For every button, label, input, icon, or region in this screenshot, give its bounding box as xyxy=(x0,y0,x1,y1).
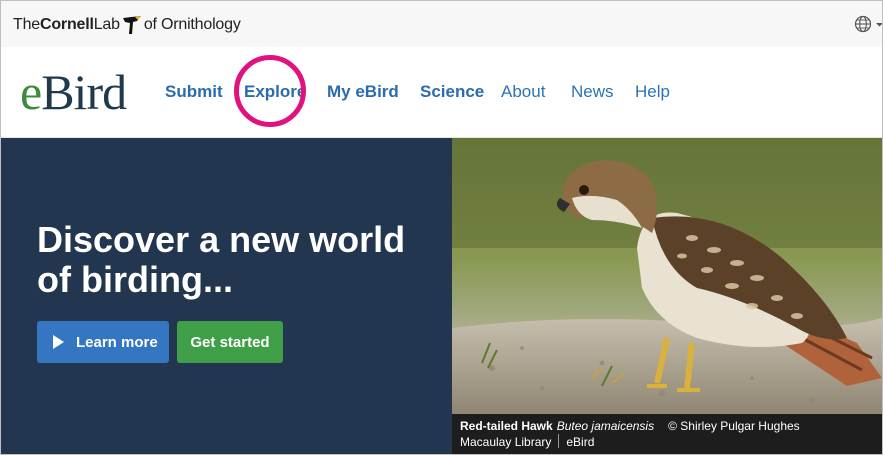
logo-text-the: The xyxy=(13,16,40,33)
caption-line-1: Red-tailed Hawk Buteo jamaicensis © Shirle… xyxy=(460,418,882,434)
nav-science[interactable]: Science xyxy=(420,81,484,103)
nav-explore[interactable]: Explore xyxy=(244,81,306,103)
logo-text-cornell: Cornell xyxy=(39,16,94,33)
learn-more-label: Learn more xyxy=(76,333,158,351)
main-navigation: eBird Submit Explore My eBird Science Ab… xyxy=(1,47,882,138)
nav-help[interactable]: Help xyxy=(635,81,670,103)
caption-common-name[interactable]: Red-tailed Hawk xyxy=(460,419,553,433)
chevron-down-icon[interactable] xyxy=(875,15,883,33)
hero-panel: Discover a new world of birding... Learn… xyxy=(1,138,452,454)
browser-page: The Cornell Lab of Ornithology eBird Sub… xyxy=(0,0,883,455)
top-utility-bar: The Cornell Lab of Ornithology xyxy=(1,1,882,48)
nav-news[interactable]: News xyxy=(571,81,614,103)
hero-heading: Discover a new world of birding... xyxy=(37,219,406,300)
get-started-label: Get started xyxy=(190,333,270,351)
caption-source-macaulay[interactable]: Macaulay Library xyxy=(460,435,551,449)
red-tailed-hawk-photo xyxy=(452,138,882,414)
ebird-logo-e: e xyxy=(20,64,42,120)
nav-submit[interactable]: Submit xyxy=(165,81,223,103)
caption-source-ebird[interactable]: eBird xyxy=(566,435,594,449)
get-started-button[interactable]: Get started xyxy=(177,321,283,363)
ebird-logo[interactable]: eBird xyxy=(20,64,127,120)
cornell-bird-mark-icon xyxy=(122,16,141,34)
ebird-logo-bird: Bird xyxy=(41,64,127,120)
play-icon xyxy=(53,335,64,349)
nav-about[interactable]: About xyxy=(501,81,545,103)
caption-credit: © Shirley Pulgar Hughes xyxy=(668,419,800,433)
hero-photo xyxy=(452,138,882,414)
photo-caption: Red-tailed Hawk Buteo jamaicensis © Shirle… xyxy=(452,414,882,454)
cornell-lab-logo[interactable]: The Cornell Lab of Ornithology xyxy=(13,14,241,36)
nav-my-ebird[interactable]: My eBird xyxy=(327,81,399,103)
logo-text-lab: Lab xyxy=(93,16,120,33)
globe-icon[interactable] xyxy=(854,15,872,33)
caption-separator xyxy=(558,434,560,448)
caption-line-2: Macaulay Library eBird xyxy=(460,434,882,450)
logo-text-ornithology: of Ornithology xyxy=(143,16,241,33)
caption-scientific-name: Buteo jamaicensis xyxy=(556,419,655,433)
learn-more-button[interactable]: Learn more xyxy=(37,321,169,363)
